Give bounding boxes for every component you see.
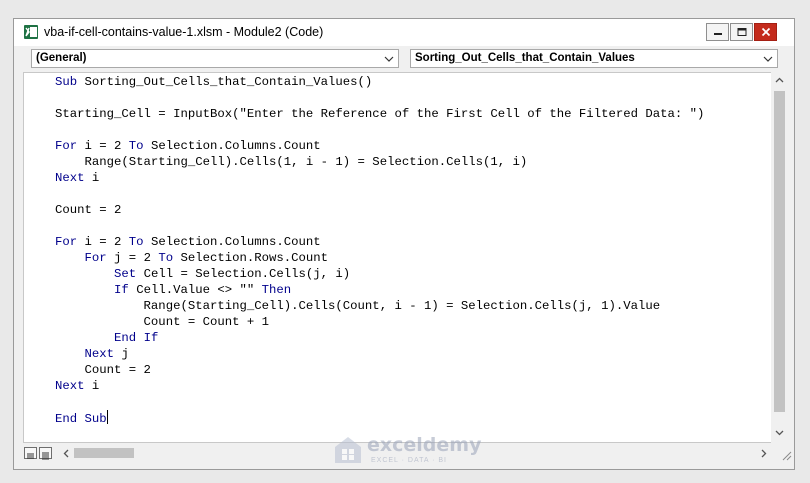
code-keyword: For [84,251,107,265]
code-line[interactable]: Next i [55,379,99,393]
code-keyword: End Sub [55,412,107,426]
watermark-tagline: EXCEL · DATA · BI [371,457,447,464]
code-token: Count = 2 [55,203,122,217]
full-module-view-button[interactable] [39,447,52,460]
resize-grip-icon[interactable] [780,449,792,461]
code-line[interactable]: Count = 2 [55,203,121,217]
code-token: Cell.Value <> "" [128,283,262,297]
object-dropdown[interactable]: (General) [31,49,399,68]
code-token: i [84,379,100,393]
code-line[interactable]: Set Cell = Selection.Cells(j, i) [55,267,350,281]
code-token: i = 2 [77,139,129,153]
code-line[interactable]: Count = 2 [55,363,151,377]
title-bar[interactable]: vba-if-cell-contains-value-1.xlsm - Modu… [14,19,794,46]
code-line[interactable]: Next i [55,171,99,185]
code-token: Sorting_Out_Cells_that_Contain_Values() [77,75,373,89]
code-token: Selection.Columns.Count [143,139,321,153]
procedure-dropdown-value: Sorting_Out_Cells_that_Contain_Values [415,52,635,64]
minimize-button[interactable] [706,23,729,41]
code-line[interactable]: Range(Starting_Cell).Cells(Count, i - 1)… [55,299,661,313]
code-keyword: If [114,283,129,297]
code-token: Count = 2 [55,363,151,377]
code-token: j = 2 [106,251,159,265]
code-line[interactable]: End Sub [55,410,108,426]
scroll-up-button[interactable] [771,72,788,89]
chevron-down-icon [763,56,773,62]
procedure-dropdown[interactable]: Sorting_Out_Cells_that_Contain_Values [410,49,778,68]
code-keyword: To [128,139,144,153]
chevron-down-icon [384,56,394,62]
watermark-name: exceldemy [367,434,482,456]
code-token: Starting_Cell = InputBox("Enter the Refe… [55,107,705,121]
exceldemy-watermark: exceldemy EXCEL · DATA · BI [333,433,503,467]
code-token: Selection.Columns.Count [143,235,321,249]
code-editor[interactable]: Sub Sorting_Out_Cells_that_Contain_Value… [23,72,786,443]
vertical-scroll-thumb[interactable] [774,91,785,412]
object-dropdown-value: (General) [36,52,87,64]
horizontal-scroll-thumb[interactable] [74,448,134,458]
code-keyword: Next [55,379,85,393]
code-keyword: To [158,251,174,265]
minimize-icon [713,33,722,35]
maximize-button[interactable] [730,23,753,41]
code-token: Selection.Rows.Count [173,251,329,265]
code-keyword: For [55,235,78,249]
code-token: Count = Count + 1 [55,315,270,329]
scroll-left-button[interactable] [59,446,73,460]
code-line[interactable]: End If [55,331,158,345]
code-keyword: Next [84,347,115,361]
code-token: Range(Starting_Cell).Cells(1, i - 1) = S… [55,155,528,169]
code-text[interactable]: Sub Sorting_Out_Cells_that_Contain_Value… [55,74,704,427]
close-button[interactable] [754,23,777,41]
window-title: vba-if-cell-contains-value-1.xlsm - Modu… [44,25,324,39]
scroll-down-button[interactable] [771,424,788,441]
code-token: Range(Starting_Cell).Cells(Count, i - 1)… [55,299,661,313]
full-module-view-icon [42,452,49,460]
code-line[interactable]: Count = Count + 1 [55,315,269,329]
vertical-scrollbar[interactable] [771,72,788,443]
code-keyword: Next [55,171,85,185]
exceldemy-logo-icon [335,437,361,463]
code-keyword: Set [114,267,137,281]
code-token: j [114,347,129,361]
code-keyword: Sub [55,75,78,89]
scroll-down-icon [775,430,784,436]
code-token: i = 2 [77,235,129,249]
procedure-view-icon [27,453,34,459]
scroll-left-icon [63,449,68,457]
code-line[interactable]: For j = 2 To Selection.Rows.Count [55,251,329,265]
code-line[interactable]: For i = 2 To Selection.Columns.Count [55,139,321,153]
vbe-code-window: vba-if-cell-contains-value-1.xlsm - Modu… [13,18,795,470]
excel-app-icon [24,25,38,39]
code-line[interactable]: Next j [55,347,129,361]
scroll-right-button[interactable] [756,446,770,460]
code-line[interactable]: Range(Starting_Cell).Cells(1, i - 1) = S… [55,155,528,169]
code-window-dropdowns: (General) Sorting_Out_Cells_that_Contain… [14,46,794,70]
code-line[interactable]: Starting_Cell = InputBox("Enter the Refe… [55,107,704,121]
code-line[interactable]: For i = 2 To Selection.Columns.Count [55,235,321,249]
code-line[interactable]: If Cell.Value <> "" Then [55,283,291,297]
text-cursor [106,410,108,424]
code-token: Cell = Selection.Cells(j, i) [136,267,351,281]
scroll-right-icon [761,449,766,457]
code-keyword: To [128,235,144,249]
scroll-up-icon [775,77,784,83]
code-keyword: Then [261,283,292,297]
code-line[interactable]: Sub Sorting_Out_Cells_that_Contain_Value… [55,75,372,89]
procedure-view-button[interactable] [24,447,37,459]
code-keyword: For [55,139,78,153]
code-token: i [84,171,100,185]
code-keyword: End If [114,331,159,345]
maximize-icon [737,28,746,36]
close-icon [761,27,770,37]
